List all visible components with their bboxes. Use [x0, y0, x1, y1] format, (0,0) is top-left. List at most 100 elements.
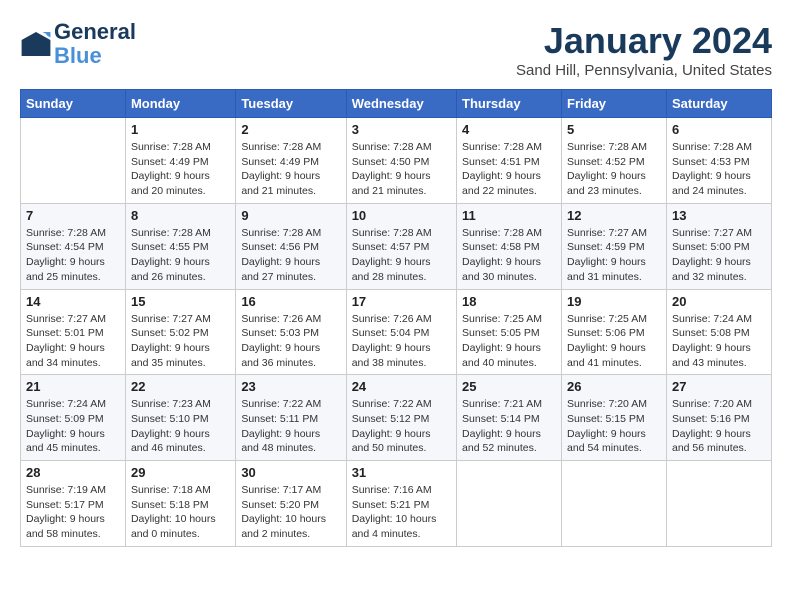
calendar-cell: 11 Sunrise: 7:28 AM Sunset: 4:58 PM Dayli…: [457, 203, 562, 289]
day-number: 20: [672, 294, 766, 309]
day-info: Sunrise: 7:28 AM Sunset: 4:56 PM Dayligh…: [241, 226, 340, 285]
day-number: 16: [241, 294, 340, 309]
day-number: 11: [462, 208, 556, 223]
calendar-cell: 21Sunrise: 7:24 AM Sunset: 5:09 PM Dayli…: [21, 375, 126, 461]
logo: General Blue: [20, 20, 136, 68]
day-info: Sunrise: 7:28 AM Sunset: 4:51 PM Dayligh…: [462, 140, 556, 199]
day-number: 22: [131, 379, 230, 394]
day-number: 30: [241, 465, 340, 480]
day-number: 17: [352, 294, 451, 309]
day-info: Sunrise: 7:24 AM Sunset: 5:09 PM Dayligh…: [26, 397, 120, 456]
day-number: 14: [26, 294, 120, 309]
calendar-cell: 14 Sunrise: 7:27 AM Sunset: 5:01 PM Dayli…: [21, 289, 126, 375]
calendar-cell: 9 Sunrise: 7:28 AM Sunset: 4:56 PM Daylig…: [236, 203, 346, 289]
calendar-cell: 1 Sunrise: 7:28 AM Sunset: 4:49 PM Daylig…: [125, 118, 235, 204]
calendar-cell: 4Sunrise: 7:28 AM Sunset: 4:51 PM Daylig…: [457, 118, 562, 204]
header-cell-tuesday: Tuesday: [236, 90, 346, 118]
calendar-cell: 12Sunrise: 7:27 AM Sunset: 4:59 PM Dayli…: [562, 203, 667, 289]
day-info: Sunrise: 7:25 AM Sunset: 5:05 PM Dayligh…: [462, 312, 556, 371]
calendar-cell: 8Sunrise: 7:28 AM Sunset: 4:55 PM Daylig…: [125, 203, 235, 289]
day-info: Sunrise: 7:28 AM Sunset: 4:49 PM Dayligh…: [241, 140, 340, 199]
calendar-cell: [21, 118, 126, 204]
day-info: Sunrise: 7:26 AM Sunset: 5:03 PM Dayligh…: [241, 312, 340, 371]
title-block: January 2024 Sand Hill, Pennsylvania, Un…: [516, 20, 772, 79]
day-info: Sunrise: 7:25 AM Sunset: 5:06 PM Dayligh…: [567, 312, 661, 371]
header-cell-friday: Friday: [562, 90, 667, 118]
logo-line1: General: [54, 20, 136, 44]
calendar-cell: 18 Sunrise: 7:25 AM Sunset: 5:05 PM Dayli…: [457, 289, 562, 375]
logo-text: General Blue: [54, 20, 136, 68]
day-info: Sunrise: 7:20 AM Sunset: 5:15 PM Dayligh…: [567, 397, 661, 456]
day-number: 13: [672, 208, 766, 223]
day-info: Sunrise: 7:16 AM Sunset: 5:21 PM Dayligh…: [352, 483, 451, 542]
day-number: 5: [567, 122, 661, 137]
day-number: 2: [241, 122, 340, 137]
day-number: 7: [26, 208, 120, 223]
day-number: 26: [567, 379, 661, 394]
day-info: Sunrise: 7:22 AM Sunset: 5:12 PM Dayligh…: [352, 397, 451, 456]
day-number: 24: [352, 379, 451, 394]
logo-icon: [20, 28, 52, 60]
day-info: Sunrise: 7:28 AM Sunset: 4:58 PM Dayligh…: [462, 226, 556, 285]
header-cell-wednesday: Wednesday: [346, 90, 456, 118]
calendar-cell: 28 Sunrise: 7:19 AM Sunset: 5:17 PM Dayli…: [21, 461, 126, 547]
day-info: Sunrise: 7:21 AM Sunset: 5:14 PM Dayligh…: [462, 397, 556, 456]
day-number: 19: [567, 294, 661, 309]
calendar-header: SundayMondayTuesdayWednesdayThursdayFrid…: [21, 90, 772, 118]
calendar-body: 1 Sunrise: 7:28 AM Sunset: 4:49 PM Daylig…: [21, 118, 772, 547]
header-row: SundayMondayTuesdayWednesdayThursdayFrid…: [21, 90, 772, 118]
day-info: Sunrise: 7:23 AM Sunset: 5:10 PM Dayligh…: [131, 397, 230, 456]
calendar-table: SundayMondayTuesdayWednesdayThursdayFrid…: [20, 89, 772, 547]
calendar-cell: 16 Sunrise: 7:26 AM Sunset: 5:03 PM Dayli…: [236, 289, 346, 375]
day-info: Sunrise: 7:27 AM Sunset: 5:01 PM Dayligh…: [26, 312, 120, 371]
day-info: Sunrise: 7:26 AM Sunset: 5:04 PM Dayligh…: [352, 312, 451, 371]
day-info: Sunrise: 7:28 AM Sunset: 4:57 PM Dayligh…: [352, 226, 451, 285]
calendar-cell: 13 Sunrise: 7:27 AM Sunset: 5:00 PM Dayli…: [666, 203, 771, 289]
calendar-cell: 30Sunrise: 7:17 AM Sunset: 5:20 PM Dayli…: [236, 461, 346, 547]
location: Sand Hill, Pennsylvania, United States: [516, 62, 772, 79]
day-number: 18: [462, 294, 556, 309]
calendar-cell: 23 Sunrise: 7:22 AM Sunset: 5:11 PM Dayli…: [236, 375, 346, 461]
calendar-cell: [666, 461, 771, 547]
week-row-4: 28 Sunrise: 7:19 AM Sunset: 5:17 PM Dayli…: [21, 461, 772, 547]
day-number: 25: [462, 379, 556, 394]
calendar-cell: [457, 461, 562, 547]
day-number: 9: [241, 208, 340, 223]
calendar-cell: 17 Sunrise: 7:26 AM Sunset: 5:04 PM Dayli…: [346, 289, 456, 375]
day-info: Sunrise: 7:27 AM Sunset: 4:59 PM Dayligh…: [567, 226, 661, 285]
calendar-cell: 22 Sunrise: 7:23 AM Sunset: 5:10 PM Dayli…: [125, 375, 235, 461]
header-cell-saturday: Saturday: [666, 90, 771, 118]
day-info: Sunrise: 7:28 AM Sunset: 4:49 PM Dayligh…: [131, 140, 230, 199]
day-number: 1: [131, 122, 230, 137]
day-number: 15: [131, 294, 230, 309]
calendar-cell: 15 Sunrise: 7:27 AM Sunset: 5:02 PM Dayli…: [125, 289, 235, 375]
calendar-cell: 20Sunrise: 7:24 AM Sunset: 5:08 PM Dayli…: [666, 289, 771, 375]
calendar-cell: 6 Sunrise: 7:28 AM Sunset: 4:53 PM Daylig…: [666, 118, 771, 204]
day-info: Sunrise: 7:19 AM Sunset: 5:17 PM Dayligh…: [26, 483, 120, 542]
calendar-cell: 29Sunrise: 7:18 AM Sunset: 5:18 PM Dayli…: [125, 461, 235, 547]
header-cell-monday: Monday: [125, 90, 235, 118]
day-info: Sunrise: 7:28 AM Sunset: 4:50 PM Dayligh…: [352, 140, 451, 199]
calendar-cell: [562, 461, 667, 547]
day-number: 31: [352, 465, 451, 480]
day-number: 27: [672, 379, 766, 394]
day-number: 3: [352, 122, 451, 137]
logo-line2: Blue: [54, 44, 136, 68]
day-info: Sunrise: 7:28 AM Sunset: 4:55 PM Dayligh…: [131, 226, 230, 285]
day-number: 6: [672, 122, 766, 137]
day-info: Sunrise: 7:22 AM Sunset: 5:11 PM Dayligh…: [241, 397, 340, 456]
header-cell-thursday: Thursday: [457, 90, 562, 118]
page-header: General Blue January 2024 Sand Hill, Pen…: [20, 20, 772, 79]
day-info: Sunrise: 7:28 AM Sunset: 4:53 PM Dayligh…: [672, 140, 766, 199]
calendar-cell: 24 Sunrise: 7:22 AM Sunset: 5:12 PM Dayli…: [346, 375, 456, 461]
day-number: 28: [26, 465, 120, 480]
day-number: 23: [241, 379, 340, 394]
day-info: Sunrise: 7:28 AM Sunset: 4:52 PM Dayligh…: [567, 140, 661, 199]
day-info: Sunrise: 7:27 AM Sunset: 5:00 PM Dayligh…: [672, 226, 766, 285]
day-info: Sunrise: 7:27 AM Sunset: 5:02 PM Dayligh…: [131, 312, 230, 371]
week-row-2: 14 Sunrise: 7:27 AM Sunset: 5:01 PM Dayli…: [21, 289, 772, 375]
day-info: Sunrise: 7:28 AM Sunset: 4:54 PM Dayligh…: [26, 226, 120, 285]
day-number: 10: [352, 208, 451, 223]
calendar-cell: 19 Sunrise: 7:25 AM Sunset: 5:06 PM Dayli…: [562, 289, 667, 375]
day-info: Sunrise: 7:20 AM Sunset: 5:16 PM Dayligh…: [672, 397, 766, 456]
